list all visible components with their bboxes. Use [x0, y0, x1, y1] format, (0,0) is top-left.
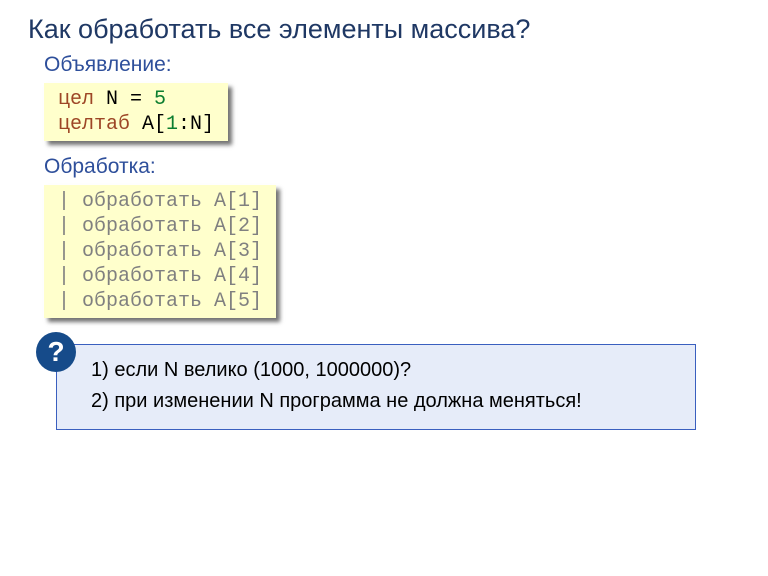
- keyword-arr: целтаб: [58, 113, 142, 136]
- literal-1: 1: [166, 113, 178, 136]
- process-word: обработать: [82, 290, 214, 313]
- bar: |: [58, 190, 82, 213]
- code-line: цел N = 5: [58, 87, 214, 112]
- colon-n: :N]: [178, 113, 214, 136]
- process-word: обработать: [82, 265, 214, 288]
- slide-title: Как обработать все элементы массива?: [28, 14, 740, 45]
- arr-ref: A[4]: [214, 265, 262, 288]
- code-box-processing: | обработать A[1] | обработать A[2] | об…: [44, 185, 276, 318]
- arr-ref: A[5]: [214, 290, 262, 313]
- arr-ref: A[3]: [214, 240, 262, 263]
- process-word: обработать: [82, 190, 214, 213]
- bar: |: [58, 290, 82, 313]
- arr-open: A[: [142, 113, 166, 136]
- code-box-declaration: цел N = 5 целтаб A[1:N]: [44, 83, 228, 141]
- question-box: 1) если N велико (1000, 1000000)? 2) при…: [56, 344, 696, 430]
- code-line: | обработать A[2]: [58, 214, 262, 239]
- literal-5: 5: [154, 88, 166, 111]
- code-line: | обработать A[1]: [58, 189, 262, 214]
- code-line: | обработать A[3]: [58, 239, 262, 264]
- question-block: ? 1) если N велико (1000, 1000000)? 2) п…: [56, 344, 740, 430]
- bar: |: [58, 265, 82, 288]
- arr-ref: A[1]: [214, 190, 262, 213]
- var-n: N: [106, 88, 118, 111]
- question-line-1: 1) если N велико (1000, 1000000)?: [91, 355, 677, 386]
- bar: |: [58, 215, 82, 238]
- keyword-int: цел: [58, 88, 106, 111]
- equals: =: [118, 88, 154, 111]
- section-declaration-label: Объявление:: [44, 53, 740, 77]
- process-word: обработать: [82, 215, 214, 238]
- arr-ref: A[2]: [214, 215, 262, 238]
- question-mark-icon: ?: [36, 332, 76, 372]
- section-processing-label: Обработка:: [44, 155, 740, 179]
- bar: |: [58, 240, 82, 263]
- slide: Как обработать все элементы массива? Объ…: [0, 0, 768, 576]
- code-line: целтаб A[1:N]: [58, 112, 214, 137]
- process-word: обработать: [82, 240, 214, 263]
- code-line: | обработать A[4]: [58, 264, 262, 289]
- question-line-2: 2) при изменении N программа не должна м…: [91, 386, 677, 417]
- code-line: | обработать A[5]: [58, 289, 262, 314]
